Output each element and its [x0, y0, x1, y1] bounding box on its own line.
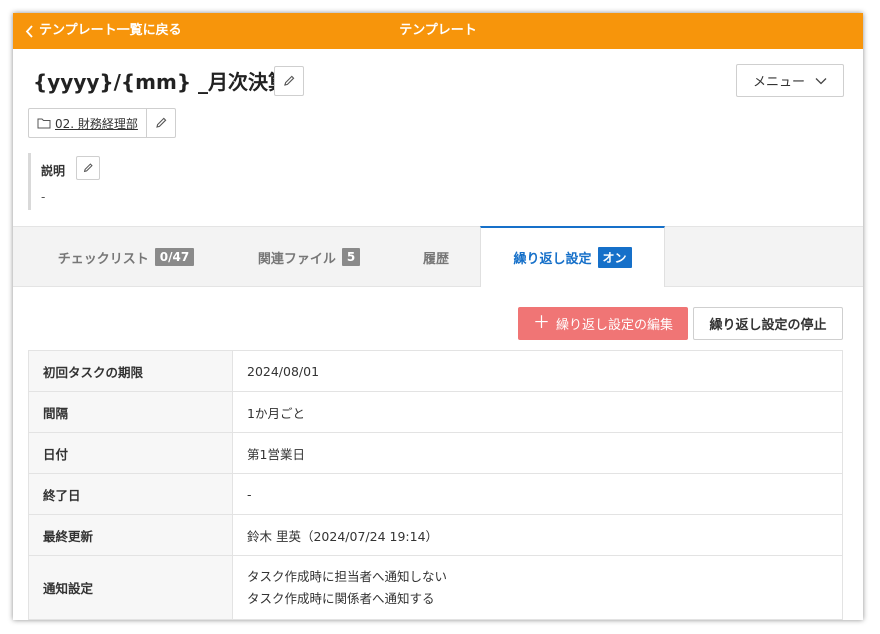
- table-row: 日付 第1営業日: [28, 432, 843, 474]
- tab-label: 関連ファイル: [257, 251, 336, 267]
- setting-key: 日付: [28, 432, 233, 474]
- setting-key: 終了日: [28, 473, 233, 515]
- setting-value: 第1営業日: [232, 432, 843, 474]
- table-row: 通知設定 タスク作成時に担当者へ通知しない タスク作成時に関係者へ通知する: [28, 555, 843, 620]
- table-row: 終了日 -: [28, 473, 843, 515]
- pencil-icon: [156, 117, 167, 128]
- description-label: 説明: [41, 164, 66, 178]
- folder-chip: 02. 財務経理部: [28, 108, 176, 138]
- tab-label: 履歴: [422, 251, 449, 267]
- menu-label: メニュー: [752, 75, 805, 90]
- tab-checklist[interactable]: チェックリスト 0/47: [41, 227, 211, 287]
- edit-recurrence-label: 繰り返し設定の編集: [555, 318, 673, 333]
- description-border: [28, 153, 31, 210]
- setting-value: 1か月ごと: [232, 391, 843, 433]
- edit-recurrence-button[interactable]: ＋ 繰り返し設定の編集: [518, 307, 688, 340]
- table-row: 初回タスクの期限 2024/08/01: [28, 350, 843, 392]
- recurrence-settings-table: 初回タスクの期限 2024/08/01 間隔 1か月ごと 日付 第1営業日 終了…: [28, 350, 843, 620]
- pencil-icon: [284, 75, 295, 86]
- stop-recurrence-label: 繰り返し設定の停止: [709, 318, 827, 333]
- pencil-icon: [83, 163, 93, 173]
- folder-name: 02. 財務経理部: [55, 116, 138, 131]
- setting-key: 間隔: [28, 391, 233, 433]
- plus-icon: ＋: [532, 313, 550, 333]
- app-window: テンプレート一覧に戻る テンプレート {yyyy}/{mm} _月次決算 メニュ…: [13, 13, 863, 620]
- setting-value: タスク作成時に担当者へ通知しない タスク作成時に関係者へ通知する: [232, 555, 843, 620]
- setting-value: 鈴木 里英（2024/07/24 19:14）: [232, 514, 843, 556]
- top-bar: テンプレート一覧に戻る テンプレート: [13, 13, 863, 49]
- folder-link[interactable]: 02. 財務経理部: [29, 109, 147, 137]
- edit-title-button[interactable]: [274, 66, 304, 96]
- notify-line: タスク作成時に関係者へ通知する: [247, 590, 435, 606]
- table-row: 間隔 1か月ごと: [28, 391, 843, 433]
- tab-recurrence[interactable]: 繰り返し設定 オン: [480, 226, 665, 287]
- folder-icon: [37, 118, 51, 129]
- chevron-down-icon: [815, 77, 827, 84]
- setting-value: -: [232, 473, 843, 515]
- template-title: {yyyy}/{mm} _月次決算: [33, 70, 289, 94]
- menu-button[interactable]: メニュー: [736, 64, 844, 97]
- stop-recurrence-button[interactable]: 繰り返し設定の停止: [693, 307, 843, 340]
- setting-value: 2024/08/01: [232, 350, 843, 392]
- edit-folder-button[interactable]: [147, 109, 175, 137]
- tab-label: 繰り返し設定: [513, 252, 592, 267]
- status-badge: オン: [597, 247, 632, 268]
- setting-key: 通知設定: [28, 555, 233, 620]
- topbar-title: テンプレート: [399, 23, 477, 38]
- count-badge: 5: [341, 248, 361, 266]
- notify-line: タスク作成時に担当者へ通知しない: [247, 568, 448, 584]
- count-badge: 0/47: [154, 248, 195, 266]
- tab-related-files[interactable]: 関連ファイル 5: [239, 227, 379, 287]
- setting-key: 初回タスクの期限: [28, 350, 233, 392]
- setting-key: 最終更新: [28, 514, 233, 556]
- tab-bar: チェックリスト 0/47 関連ファイル 5 履歴 繰り返し設定 オン: [13, 226, 863, 287]
- edit-description-button[interactable]: [76, 156, 100, 180]
- description-value: -: [41, 190, 46, 204]
- table-row: 最終更新 鈴木 里英（2024/07/24 19:14）: [28, 514, 843, 556]
- tab-label: チェックリスト: [57, 251, 149, 267]
- tab-history[interactable]: 履歴: [401, 227, 471, 287]
